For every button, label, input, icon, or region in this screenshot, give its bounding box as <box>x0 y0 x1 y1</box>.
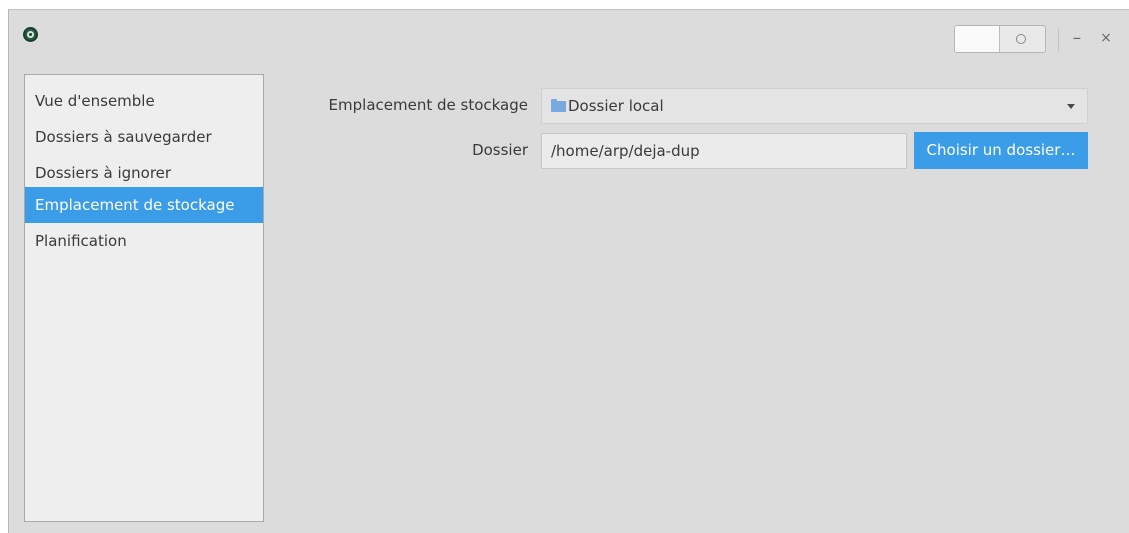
choose-folder-button[interactable]: Choisir un dossier… <box>914 132 1088 169</box>
toggle-left-segment <box>955 26 1000 52</box>
mode-toggle-switch[interactable] <box>954 25 1046 53</box>
sidebar-item-folders-to-ignore[interactable]: Dossiers à ignorer <box>25 155 263 191</box>
circle-toggle-icon <box>1016 34 1026 44</box>
app-window: – × Vue d'ensemble Dossiers à sauvegarde… <box>8 9 1129 533</box>
folder-label: Dossier <box>472 141 528 159</box>
titlebar-separator <box>1058 29 1059 51</box>
storage-location-label: Emplacement de stockage <box>328 96 528 114</box>
storage-location-value: Dossier local <box>568 97 664 115</box>
chevron-down-icon <box>1067 104 1075 109</box>
storage-location-dropdown[interactable]: Dossier local <box>541 88 1088 124</box>
sidebar-item-overview[interactable]: Vue d'ensemble <box>25 83 263 119</box>
minimize-button[interactable]: – <box>1068 24 1086 52</box>
title-bar[interactable]: – × <box>9 10 1129 66</box>
folder-path-field[interactable]: /home/arp/deja-dup <box>541 133 907 169</box>
close-button[interactable]: × <box>1097 24 1115 52</box>
sidebar-item-folders-to-save[interactable]: Dossiers à sauvegarder <box>25 119 263 155</box>
sidebar-item-storage-location[interactable]: Emplacement de stockage <box>25 187 263 223</box>
app-icon <box>23 27 38 42</box>
folder-icon <box>551 99 566 112</box>
sidebar-item-scheduling[interactable]: Planification <box>25 223 263 259</box>
sidebar: Vue d'ensemble Dossiers à sauvegarder Do… <box>24 74 264 522</box>
